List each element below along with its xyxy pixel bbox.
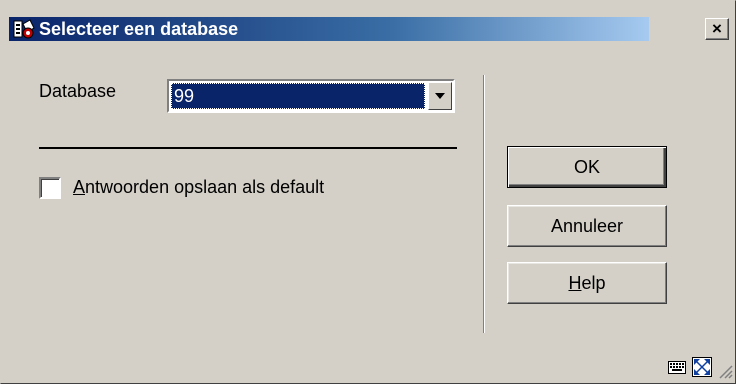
cancel-button-label: Annuleer: [550, 216, 624, 236]
database-select[interactable]: 99: [167, 79, 455, 113]
cancel-button[interactable]: Annuleer: [507, 205, 667, 247]
resize-grip-icon[interactable]: [717, 363, 733, 379]
fullscreen-icon[interactable]: [691, 356, 713, 378]
ok-button-label: OK: [573, 157, 600, 177]
help-button-label: elp: [581, 273, 606, 293]
save-default-mnemonic: A: [73, 177, 86, 197]
divider-horizontal: [39, 147, 457, 149]
keyboard-icon[interactable]: [668, 358, 686, 376]
divider-vertical: [483, 75, 485, 333]
database-label: Database: [39, 81, 117, 101]
app-icon: [13, 19, 35, 39]
ok-button[interactable]: OK: [507, 146, 667, 188]
close-icon: ×: [712, 19, 722, 38]
close-button[interactable]: ×: [705, 18, 729, 40]
save-default-checkbox[interactable]: [39, 177, 61, 199]
save-default-label[interactable]: Antwoorden opslaan als default: [73, 177, 324, 198]
database-selected-value: 99: [171, 83, 425, 109]
help-mnemonic: H: [568, 273, 582, 293]
dialog-window: Selecteer een database × Database 99 Ant…: [0, 0, 736, 384]
save-default-label-text: ntwoorden opslaan als default: [85, 177, 325, 197]
window-title: Selecteer een database: [39, 19, 239, 39]
help-button[interactable]: Help: [507, 262, 667, 304]
chevron-down-icon[interactable]: [428, 82, 452, 110]
